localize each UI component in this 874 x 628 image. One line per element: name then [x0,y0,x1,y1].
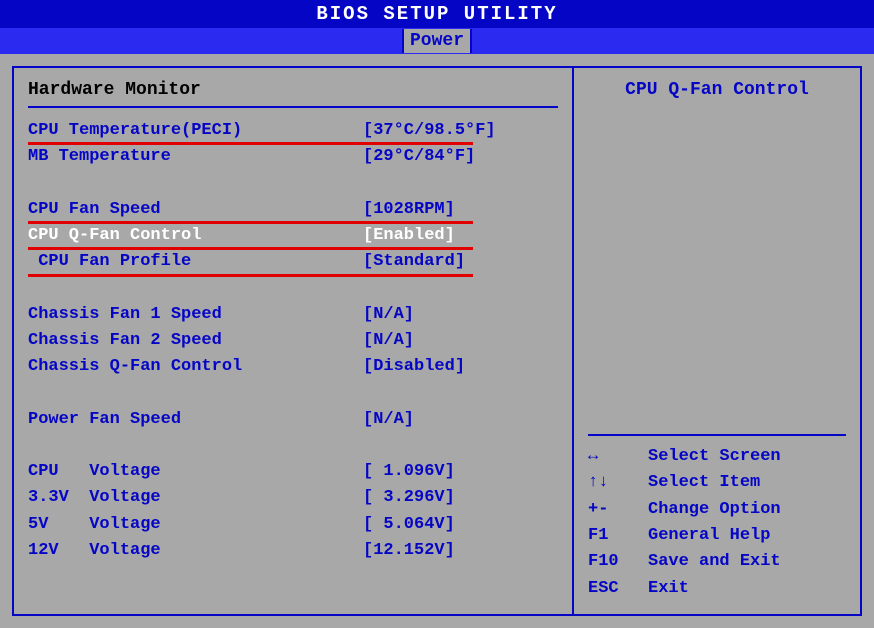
setting-row[interactable]: 3.3V Voltage[ 3.296V] [28,485,558,511]
setting-row[interactable]: Chassis Q-Fan Control[Disabled] [28,354,558,380]
setting-value: [ 5.064V] [363,512,455,538]
red-underline [28,221,473,224]
key-label: ESC [588,576,648,602]
setting-label: CPU Fan Profile [28,249,363,275]
red-underline [28,274,473,277]
key-desc: Save and Exit [648,549,781,575]
setting-value: [N/A] [363,328,414,354]
setting-value: [ 1.096V] [363,459,455,485]
setting-row[interactable]: 5V Voltage[ 5.064V] [28,512,558,538]
row-spacer [28,276,558,302]
key-desc: Select Screen [648,444,781,470]
setting-label: CPU Fan Speed [28,197,363,223]
key-hint-row: F10Save and Exit [588,549,846,575]
section-title: Hardware Monitor [28,80,558,100]
setting-label: Chassis Fan 1 Speed [28,302,363,328]
setting-value: [37°C/98.5°F] [363,118,496,144]
setting-label: 3.3V Voltage [28,485,363,511]
setting-label: 5V Voltage [28,512,363,538]
setting-value: [Disabled] [363,354,465,380]
key-label: +- [588,497,648,523]
setting-value: [12.152V] [363,538,455,564]
bios-title: BIOS SETUP UTILITY [316,3,557,25]
row-spacer [28,381,558,407]
main-area: Hardware Monitor CPU Temperature(PECI)[3… [0,54,874,628]
key-desc: Change Option [648,497,781,523]
setting-value: [29°C/84°F] [363,144,475,170]
setting-label: Power Fan Speed [28,407,363,433]
help-title: CPU Q-Fan Control [588,80,846,100]
setting-row[interactable]: CPU Temperature(PECI)[37°C/98.5°F] [28,118,558,144]
help-divider [588,434,846,436]
setting-row[interactable]: CPU Fan Speed[1028RPM] [28,197,558,223]
key-hint-row: ↔Select Screen [588,444,846,470]
key-label: ↑↓ [588,470,648,496]
setting-row[interactable]: CPU Voltage[ 1.096V] [28,459,558,485]
key-desc: Select Item [648,470,760,496]
setting-label: Chassis Q-Fan Control [28,354,363,380]
help-panel: CPU Q-Fan Control ↔Select Screen↑↓Select… [572,66,862,616]
setting-label: MB Temperature [28,144,363,170]
red-underline [28,247,473,250]
key-hints: ↔Select Screen↑↓Select Item+-Change Opti… [588,434,846,602]
setting-value: [N/A] [363,407,414,433]
settings-panel: Hardware Monitor CPU Temperature(PECI)[3… [12,66,572,616]
setting-value: [Standard] [363,249,465,275]
rows-container: CPU Temperature(PECI)[37°C/98.5°F]MB Tem… [28,118,558,564]
setting-row[interactable]: CPU Fan Profile[Standard] [28,249,558,275]
setting-value: [N/A] [363,302,414,328]
key-hint-row: ESCExit [588,576,846,602]
setting-row[interactable]: MB Temperature[29°C/84°F] [28,144,558,170]
setting-row[interactable]: Power Fan Speed[N/A] [28,407,558,433]
setting-row[interactable]: Chassis Fan 2 Speed[N/A] [28,328,558,354]
setting-row[interactable]: Chassis Fan 1 Speed[N/A] [28,302,558,328]
key-label: ↔ [588,444,648,470]
key-hint-row: ↑↓Select Item [588,470,846,496]
bios-title-bar: BIOS SETUP UTILITY [0,0,874,28]
row-spacer [28,433,558,459]
key-desc: Exit [648,576,689,602]
setting-value: [Enabled] [363,223,455,249]
key-desc: General Help [648,523,770,549]
setting-label: Chassis Fan 2 Speed [28,328,363,354]
key-label: F10 [588,549,648,575]
setting-value: [ 3.296V] [363,485,455,511]
tab-power[interactable]: Power [402,29,472,53]
setting-label: CPU Voltage [28,459,363,485]
setting-label: CPU Q-Fan Control [28,223,363,249]
menu-bar: Power [0,28,874,54]
key-hint-row: +-Change Option [588,497,846,523]
setting-row[interactable]: 12V Voltage[12.152V] [28,538,558,564]
row-spacer [28,171,558,197]
divider [28,106,558,108]
red-underline [28,142,473,145]
key-label: F1 [588,523,648,549]
setting-label: 12V Voltage [28,538,363,564]
key-hint-row: F1General Help [588,523,846,549]
setting-row[interactable]: CPU Q-Fan Control[Enabled] [28,223,558,249]
setting-label: CPU Temperature(PECI) [28,118,363,144]
setting-value: [1028RPM] [363,197,455,223]
